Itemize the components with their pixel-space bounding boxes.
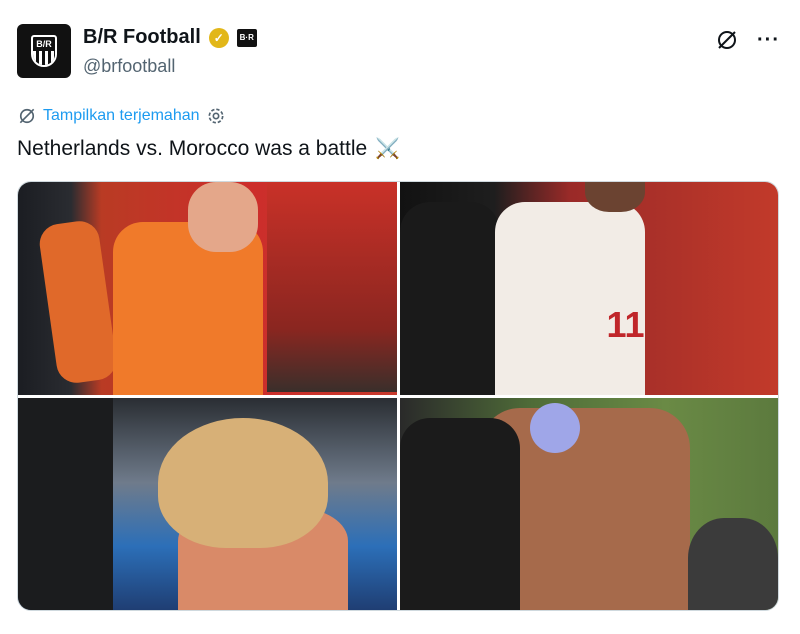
avatar-text: B/R: [36, 39, 52, 49]
photo-netherlands-player[interactable]: [18, 182, 397, 395]
br-logo-icon: B/R: [31, 35, 57, 67]
post-header: B/R B/R Football ✓ B·R @brfootball ···: [17, 22, 780, 82]
tweet-text: Netherlands vs. Morocco was a battle ⚔️: [17, 136, 400, 161]
gear-icon[interactable]: [206, 106, 226, 126]
user-handle[interactable]: @brfootball: [83, 56, 175, 77]
show-translation-link[interactable]: Tampilkan terjemahan: [43, 107, 200, 125]
translate-grok-icon: [19, 108, 35, 124]
media-grid: 11: [17, 181, 779, 611]
shirt-number: 11: [606, 304, 645, 345]
photo-shirtless-player-treated[interactable]: [399, 397, 778, 610]
translate-row: Tampilkan terjemahan: [17, 106, 226, 126]
tweet-body: Netherlands vs. Morocco was a battle: [17, 136, 368, 160]
verified-badge-icon[interactable]: ✓: [208, 27, 229, 48]
photo-referee-morocco-player[interactable]: 11: [399, 182, 778, 395]
crossed-swords-emoji: ⚔️: [375, 138, 401, 160]
name-row: B/R Football ✓ B·R: [83, 26, 257, 49]
more-options-icon[interactable]: ···: [757, 30, 780, 50]
avatar[interactable]: B/R: [17, 24, 71, 78]
affiliate-badge[interactable]: B·R: [236, 28, 257, 47]
grok-icon[interactable]: [715, 28, 739, 52]
top-actions: ···: [715, 28, 780, 52]
photo-blond-player-treated[interactable]: [18, 397, 397, 610]
display-name[interactable]: B/R Football: [83, 26, 201, 49]
